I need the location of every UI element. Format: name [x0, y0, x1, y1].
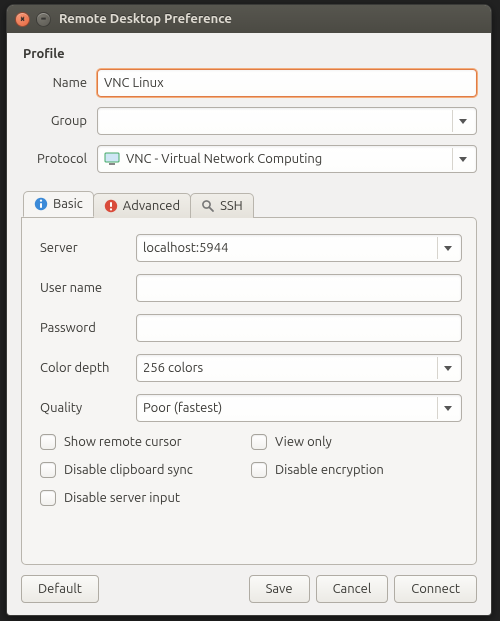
check-server-input[interactable]: Disable server input [40, 490, 251, 506]
row-password: Password [36, 314, 462, 342]
checkbox-icon [251, 434, 267, 450]
row-server: Server localhost:5944 [36, 234, 462, 262]
group-label: Group [21, 114, 97, 128]
protocol-value: VNC - Virtual Network Computing [126, 152, 322, 166]
tabpane-basic: Server localhost:5944 User name [21, 217, 477, 565]
row-color: Color depth 256 colors [36, 354, 462, 382]
checkbox-icon [40, 434, 56, 450]
monitor-icon [104, 152, 120, 166]
name-label: Name [21, 76, 97, 90]
footer: Default Save Cancel Connect [21, 565, 477, 603]
chevron-down-icon [437, 397, 457, 419]
checkbox-icon [40, 490, 56, 506]
minimize-icon[interactable]: – [36, 12, 51, 27]
window-title: Remote Desktop Preference [59, 12, 232, 26]
username-input[interactable] [136, 274, 462, 302]
checkbox-grid: Show remote cursor View only Disable cli… [36, 434, 462, 506]
quality-label: Quality [36, 401, 136, 415]
tabbar: Basic Advanced SSH [21, 191, 477, 217]
save-button[interactable]: Save [249, 575, 310, 603]
row-username: User name [36, 274, 462, 302]
checkbox-icon [251, 462, 267, 478]
server-label: Server [36, 241, 136, 255]
color-label: Color depth [36, 361, 136, 375]
row-protocol: Protocol VNC - Virtual Network Computing [21, 145, 477, 173]
check-view-only[interactable]: View only [251, 434, 462, 450]
group-combo[interactable] [97, 107, 477, 135]
tab-basic[interactable]: Basic [23, 191, 94, 217]
info-icon [34, 197, 48, 211]
check-encryption[interactable]: Disable encryption [251, 462, 462, 478]
checkbox-icon [40, 462, 56, 478]
check-server-input-label: Disable server input [64, 491, 180, 505]
color-value: 256 colors [143, 361, 203, 375]
protocol-combo[interactable]: VNC - Virtual Network Computing [97, 145, 477, 173]
check-remote-cursor-label: Show remote cursor [64, 435, 182, 449]
tabs: Basic Advanced SSH Server [21, 191, 477, 565]
check-clipboard[interactable]: Disable clipboard sync [40, 462, 251, 478]
check-encryption-label: Disable encryption [275, 463, 384, 477]
cancel-button[interactable]: Cancel [316, 575, 389, 603]
row-name: Name [21, 69, 477, 97]
warning-icon [104, 199, 118, 213]
tab-ssh[interactable]: SSH [190, 193, 254, 218]
preference-window: × – Remote Desktop Preference Profile Na… [6, 4, 492, 616]
password-label: Password [36, 321, 136, 335]
password-input[interactable] [136, 314, 462, 342]
check-view-only-label: View only [275, 435, 332, 449]
protocol-label: Protocol [21, 152, 97, 166]
row-group: Group [21, 107, 477, 135]
name-input[interactable] [97, 69, 477, 97]
tab-advanced[interactable]: Advanced [93, 193, 191, 218]
titlebar: × – Remote Desktop Preference [7, 5, 491, 33]
default-button[interactable]: Default [21, 575, 99, 603]
check-clipboard-label: Disable clipboard sync [64, 463, 193, 477]
profile-header: Profile [23, 47, 477, 61]
tab-advanced-label: Advanced [123, 199, 180, 213]
check-remote-cursor[interactable]: Show remote cursor [40, 434, 251, 450]
chevron-down-icon [437, 237, 457, 259]
quality-value: Poor (fastest) [143, 401, 222, 415]
color-combo[interactable]: 256 colors [136, 354, 462, 382]
server-combo[interactable]: localhost:5944 [136, 234, 462, 262]
window-buttons: × – [15, 12, 51, 27]
chevron-down-icon [437, 357, 457, 379]
username-label: User name [36, 281, 136, 295]
window-body: Profile Name Group Protocol [7, 33, 491, 615]
tab-basic-label: Basic [53, 197, 83, 211]
tab-ssh-label: SSH [220, 199, 243, 213]
search-icon [201, 199, 215, 213]
quality-combo[interactable]: Poor (fastest) [136, 394, 462, 422]
close-icon[interactable]: × [15, 12, 30, 27]
chevron-down-icon [452, 148, 472, 170]
chevron-down-icon [452, 110, 472, 132]
server-value: localhost:5944 [143, 241, 228, 255]
row-quality: Quality Poor (fastest) [36, 394, 462, 422]
connect-button[interactable]: Connect [394, 575, 477, 603]
